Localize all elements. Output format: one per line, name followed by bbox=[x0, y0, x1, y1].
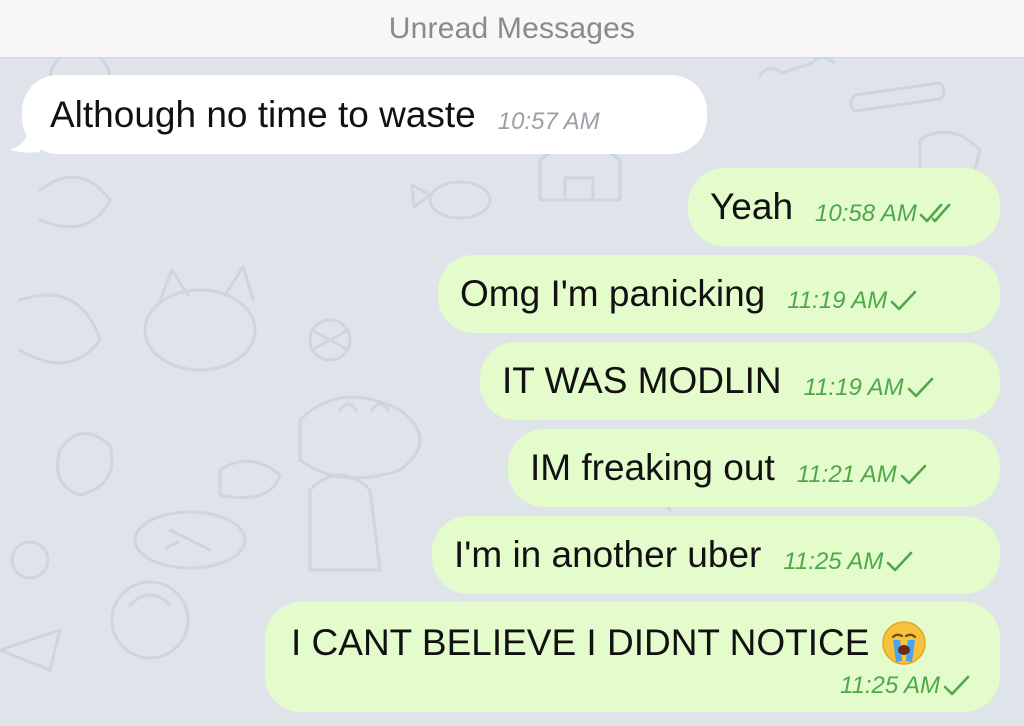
loudly-crying-face-icon bbox=[882, 621, 927, 665]
check-icon bbox=[887, 551, 913, 572]
message-text: IM freaking out bbox=[530, 447, 775, 488]
incoming-bubble-tail bbox=[10, 128, 40, 153]
message-meta: 10:57 AM bbox=[498, 108, 600, 136]
check-icon bbox=[907, 377, 933, 398]
outgoing-message-bubble[interactable]: I CANT BELIEVE I DIDNT NOTICE 11:25 AM bbox=[265, 602, 1000, 712]
message-text: Yeah bbox=[710, 186, 794, 227]
outgoing-message-bubble[interactable]: I'm in another uber 11:25 AM bbox=[432, 516, 1000, 594]
incoming-message-bubble[interactable]: Although no time to waste 10:57 AM bbox=[22, 75, 707, 154]
message-text: I CANT BELIEVE I DIDNT NOTICE bbox=[291, 622, 870, 663]
outgoing-message-bubble[interactable]: IM freaking out 11:21 AM bbox=[508, 429, 1000, 507]
message-time: 10:58 AM bbox=[815, 200, 917, 227]
outgoing-message-bubble[interactable]: Yeah 10:58 AM bbox=[688, 168, 1000, 246]
message-time: 11:25 AM bbox=[839, 672, 940, 699]
message-meta: 11:25 AM bbox=[783, 548, 913, 576]
message-text: Although no time to waste bbox=[50, 93, 476, 135]
outgoing-message-bubble[interactable]: IT WAS MODLIN 11:19 AM bbox=[480, 342, 1000, 420]
message-time: 11:19 AM bbox=[803, 374, 904, 401]
double-check-icon bbox=[919, 203, 951, 223]
message-time: 10:57 AM bbox=[497, 107, 600, 135]
unread-messages-label: Unread Messages bbox=[388, 11, 636, 45]
message-meta: 11:21 AM bbox=[797, 461, 927, 489]
message-meta: 11:19 AM bbox=[804, 374, 934, 402]
message-time: 11:19 AM bbox=[787, 287, 888, 314]
message-text: IT WAS MODLIN bbox=[502, 360, 782, 401]
outgoing-message-bubble[interactable]: Omg I'm panicking 11:19 AM bbox=[438, 255, 1000, 333]
unread-messages-divider: Unread Messages bbox=[0, 0, 1024, 58]
message-text: I'm in another uber bbox=[454, 534, 762, 575]
check-icon bbox=[943, 675, 970, 696]
check-icon bbox=[900, 464, 927, 485]
message-meta: 10:58 AM bbox=[815, 200, 953, 228]
message-text: Omg I'm panicking bbox=[460, 273, 766, 314]
check-icon bbox=[890, 290, 917, 311]
message-time: 11:21 AM bbox=[796, 461, 897, 488]
message-meta: 11:19 AM bbox=[787, 287, 917, 315]
message-meta: 11:25 AM bbox=[840, 672, 970, 700]
message-time: 11:25 AM bbox=[783, 548, 884, 575]
